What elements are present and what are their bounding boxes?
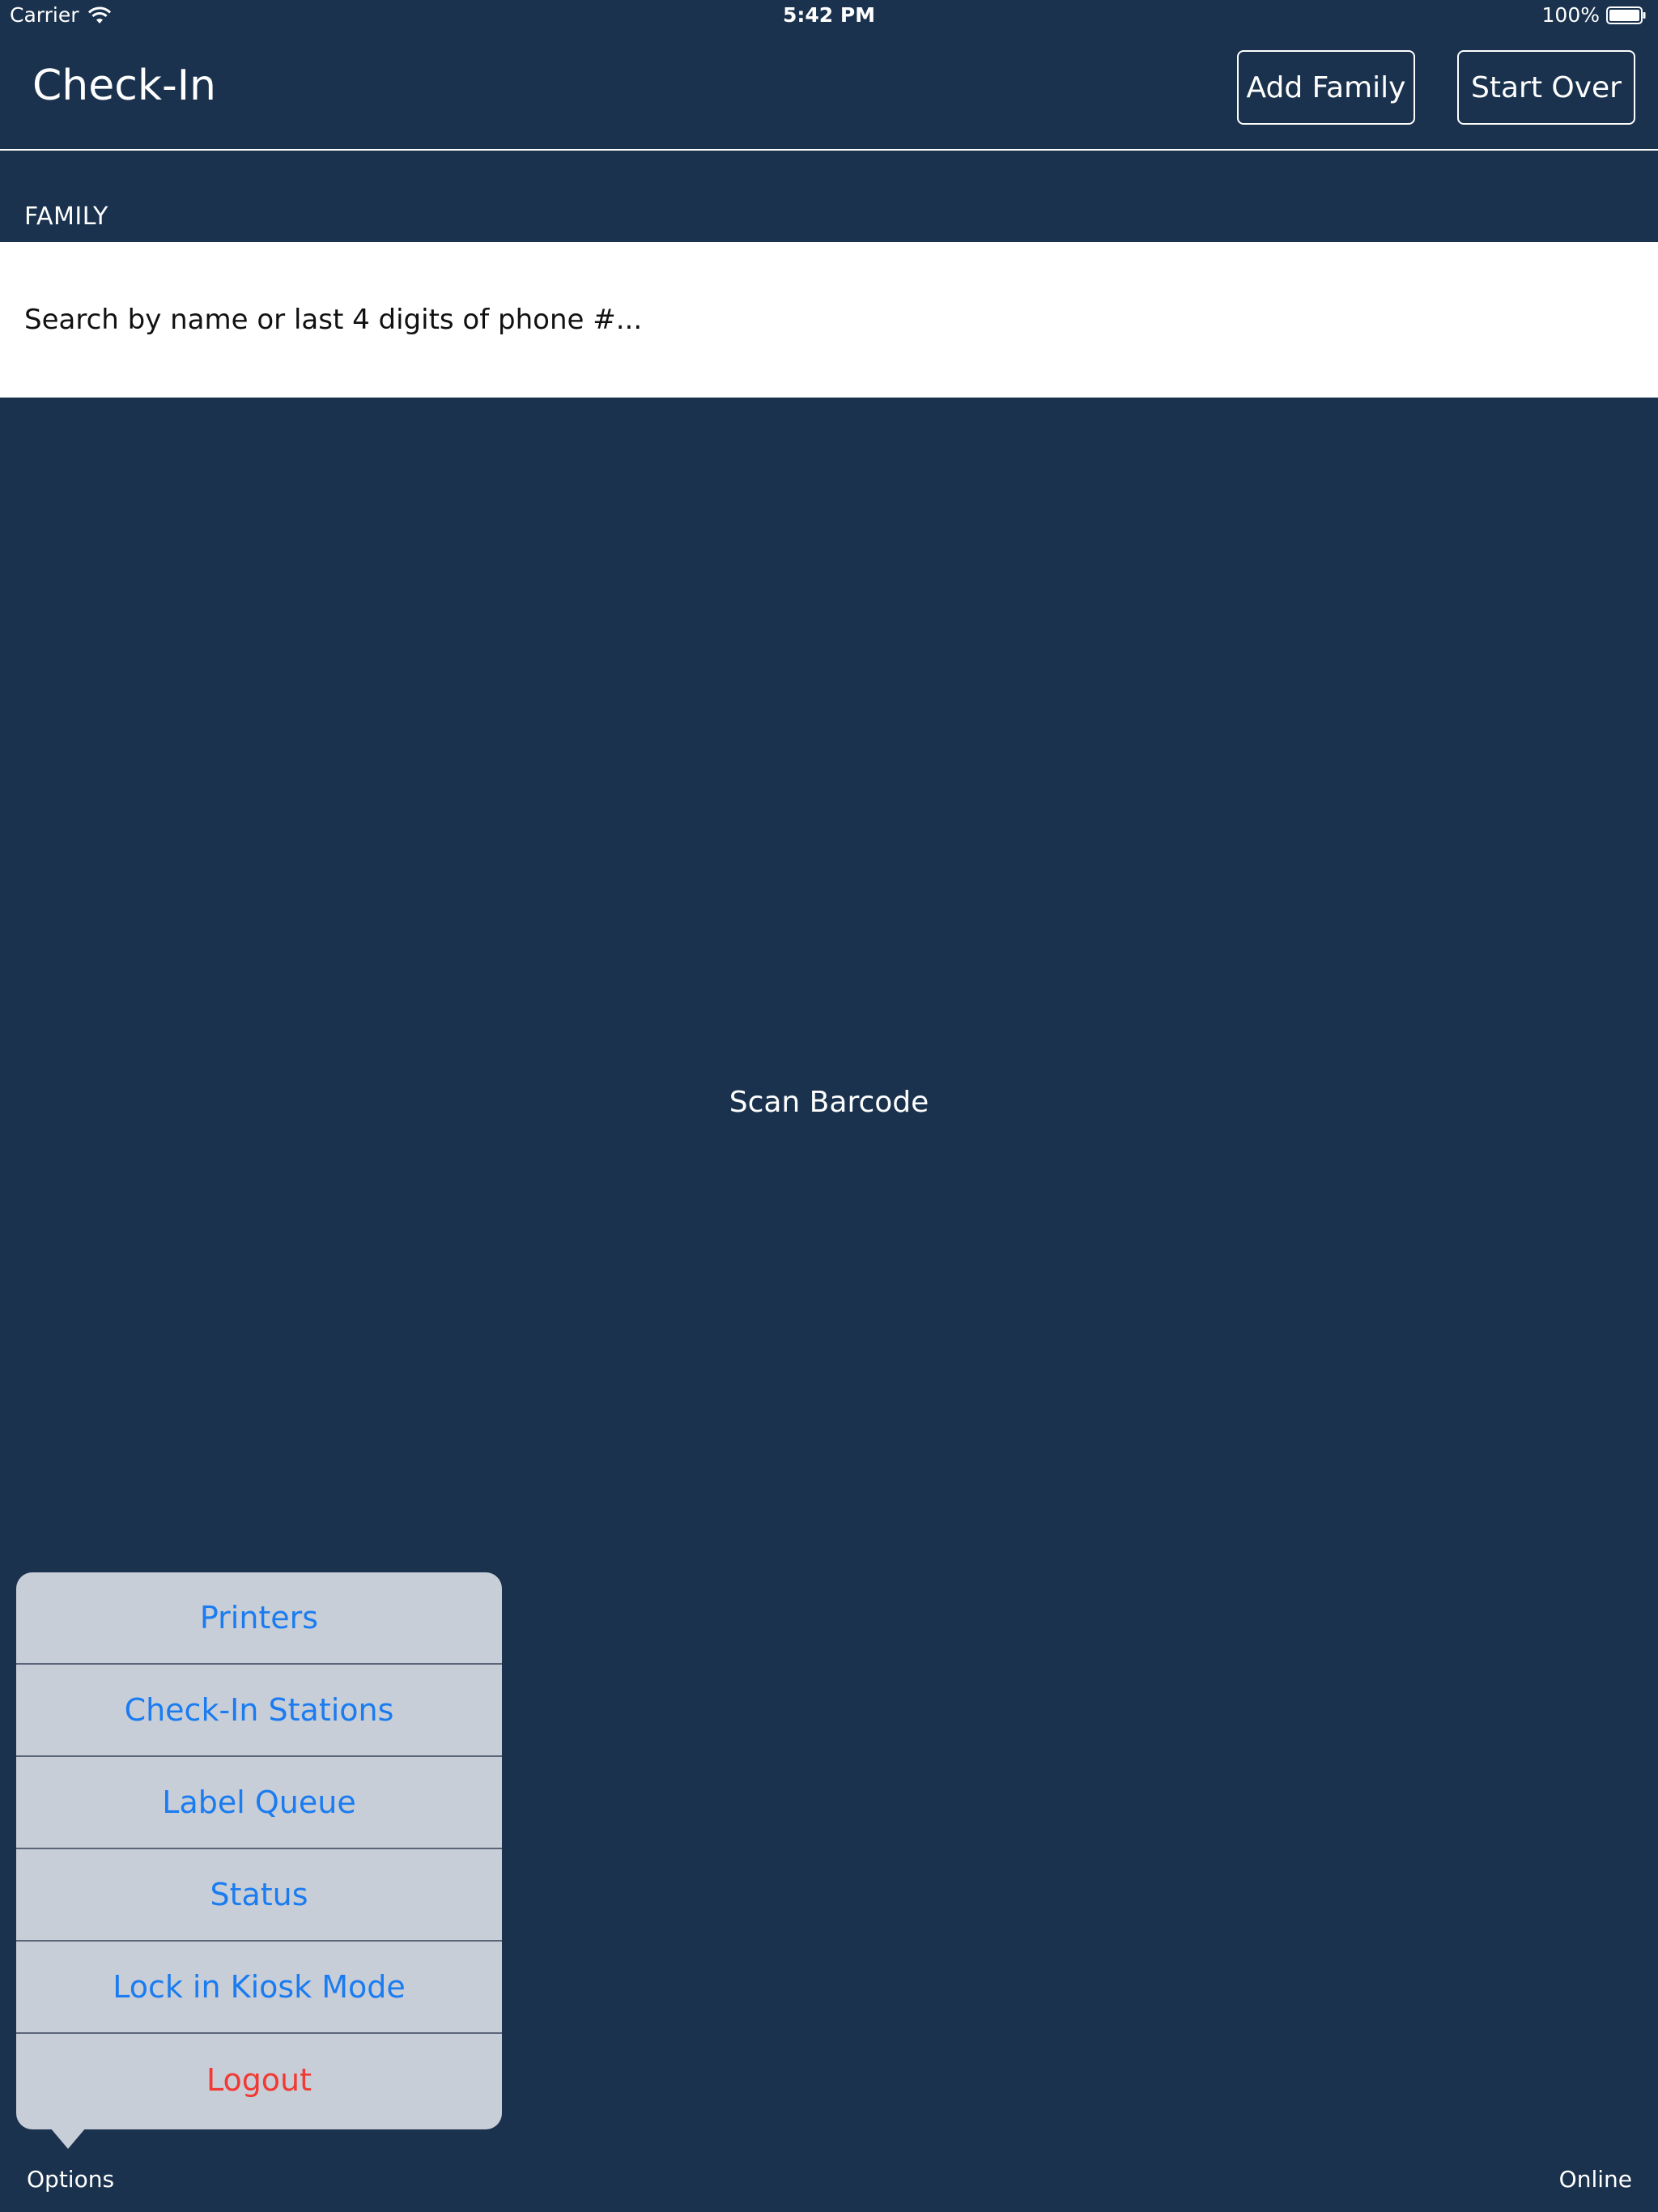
family-search-input[interactable] [24,242,1627,398]
menu-item-logout[interactable]: Logout [16,2034,502,2126]
status-bar: Carrier 5:42 PM 100% [0,0,1658,32]
battery-indicator: 100% [1542,3,1647,27]
options-popover: Printers Check-In Stations Label Queue S… [16,1572,502,2129]
battery-icon [1606,6,1646,24]
popover-arrow [50,2128,86,2149]
menu-item-lock-kiosk-mode[interactable]: Lock in Kiosk Mode [16,1942,502,2034]
page-title: Check-In [32,62,217,110]
scan-barcode-area[interactable]: Scan Barcode [0,398,1658,1572]
menu-item-status[interactable]: Status [16,1849,502,1942]
options-button[interactable]: Options [27,2166,114,2193]
menu-item-printers[interactable]: Printers [16,1572,502,1665]
scan-barcode-label: Scan Barcode [729,1086,929,1119]
clock: 5:42 PM [782,3,876,27]
family-search-container [0,242,1658,398]
navigation-bar: Check-In Add Family Start Over [0,32,1658,151]
connection-status: Online [1558,2166,1632,2193]
start-over-button[interactable]: Start Over [1457,50,1635,125]
battery-percent: 100% [1541,3,1600,27]
add-family-button[interactable]: Add Family [1237,50,1415,125]
menu-item-check-in-stations[interactable]: Check-In Stations [16,1665,502,1757]
family-section-label: FAMILY [24,202,108,231]
menu-item-label-queue[interactable]: Label Queue [16,1757,502,1849]
